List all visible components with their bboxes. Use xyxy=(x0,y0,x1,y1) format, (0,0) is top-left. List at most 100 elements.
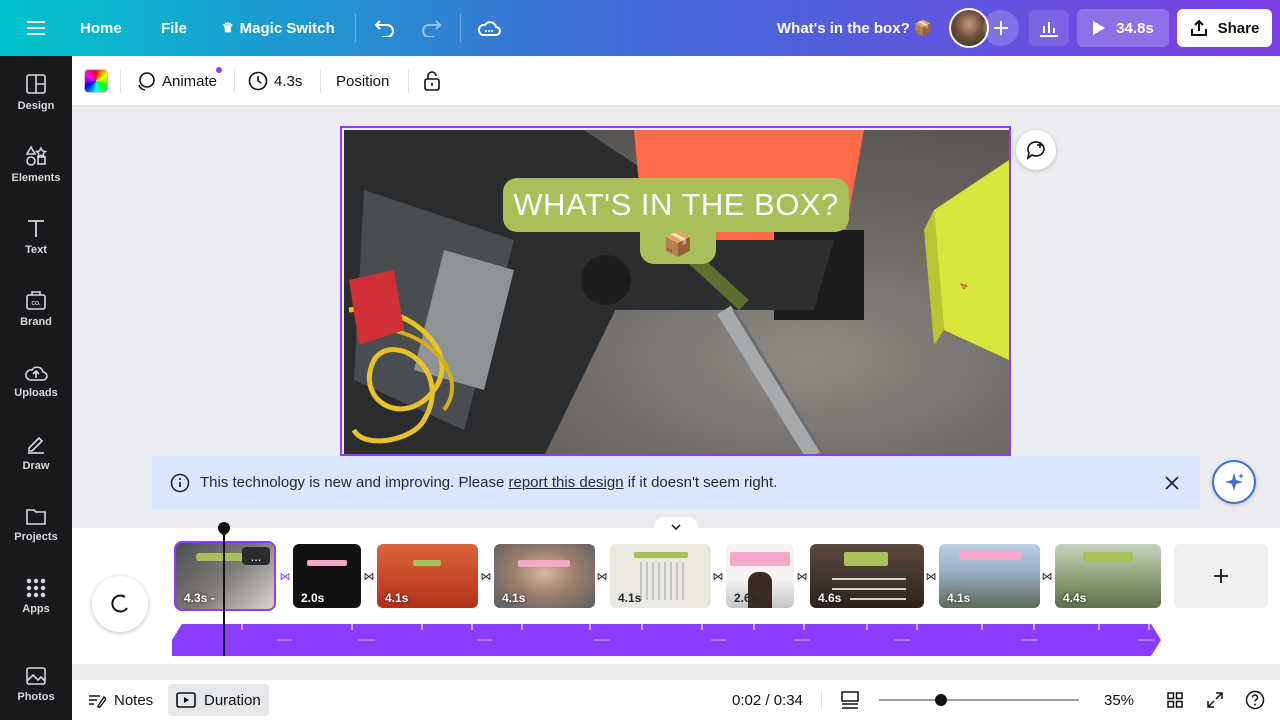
transition-icon[interactable]: ⋈ xyxy=(362,569,376,583)
toolbar-divider xyxy=(320,69,321,93)
transition-icon[interactable]: ⋈ xyxy=(795,569,809,583)
duration-value: 4.3s xyxy=(274,72,303,90)
play-button[interactable]: 34.8s xyxy=(1077,9,1169,47)
caption-text: WHAT'S IN THE BOX? xyxy=(513,187,839,222)
notes-button[interactable]: Notes xyxy=(88,680,153,720)
bottom-bar: Notes Duration 0:02 / 0:34 35% xyxy=(72,680,1280,720)
document-title[interactable]: What's in the box? 📦 xyxy=(777,0,933,56)
duration-button[interactable]: 4.3s xyxy=(248,56,302,106)
design-canvas[interactable]: 4 WHAT'S IN THE BOX? 📦 xyxy=(340,126,1011,456)
sidebar-item-label: Text xyxy=(25,243,47,256)
animate-button[interactable]: Animate xyxy=(136,56,217,106)
toolbar-divider xyxy=(120,69,121,93)
menu-icon[interactable] xyxy=(20,14,52,42)
report-design-link[interactable]: report this design xyxy=(509,474,624,491)
context-toolbar: Animate 4.3s Position xyxy=(72,56,1280,106)
topbar-divider xyxy=(460,14,461,42)
timeline-clip[interactable]: 4.4s xyxy=(1055,544,1161,608)
sidebar-item-design[interactable]: Design xyxy=(0,56,72,128)
sidebar-item-text[interactable]: Text xyxy=(0,200,72,272)
help-icon[interactable] xyxy=(1244,689,1266,711)
redo-icon[interactable] xyxy=(418,16,444,40)
design-icon xyxy=(26,73,46,94)
zoom-level[interactable]: 35% xyxy=(1104,680,1134,720)
transition-icon[interactable]: ⋈ xyxy=(595,569,609,583)
position-button[interactable]: Position xyxy=(336,56,389,106)
playhead-handle[interactable] xyxy=(215,519,233,537)
sidebar-item-apps[interactable]: Apps xyxy=(0,560,72,632)
clip-text-thumb xyxy=(832,588,906,590)
timeline-clip[interactable]: 4.1s xyxy=(377,544,478,608)
grid-view-icon[interactable] xyxy=(1164,690,1186,710)
close-icon[interactable] xyxy=(1160,471,1184,495)
timeline-panel: ... 4.3s - ⋈ 2.0s ⋈ 4.1s ⋈ 4.1s ⋈ 4.1s ⋈… xyxy=(72,517,1280,664)
transition-icon[interactable]: ⋈ xyxy=(278,569,292,583)
clip-more-button[interactable]: ... xyxy=(242,547,270,565)
sidebar-item-projects[interactable]: Projects xyxy=(0,488,72,560)
sidebar-item-label: Uploads xyxy=(14,386,58,399)
share-label: Share xyxy=(1217,19,1260,37)
cloud-sync-icon[interactable] xyxy=(476,16,502,40)
playhead[interactable] xyxy=(223,528,225,656)
text-icon xyxy=(28,219,44,237)
magic-assistant-icon[interactable] xyxy=(1212,460,1256,504)
magic-switch-label: Magic Switch xyxy=(239,19,335,37)
play-duration: 34.8s xyxy=(1116,19,1154,37)
box-emoji: 📦 xyxy=(663,230,693,258)
beta-notice-banner: This technology is new and improving. Pl… xyxy=(152,456,1200,510)
file-menu-button[interactable]: File xyxy=(161,0,187,56)
insights-chart-icon[interactable] xyxy=(1029,10,1069,46)
sidebar-item-label: Projects xyxy=(14,530,58,543)
sidebar-item-brand[interactable]: CO. Brand xyxy=(0,272,72,344)
share-icon xyxy=(1190,19,1207,36)
duration-label: Duration xyxy=(204,691,261,709)
clip-caption-thumb xyxy=(1083,552,1133,562)
play-icon xyxy=(1093,21,1106,35)
duration-toggle-button[interactable]: Duration xyxy=(168,684,269,716)
caption-emoji-bubble[interactable]: 📦 xyxy=(640,224,716,264)
sidebar-item-label: Elements xyxy=(11,171,61,184)
magic-sparkle-icon: ♛ xyxy=(222,20,234,35)
fullscreen-icon[interactable] xyxy=(1204,690,1226,710)
playback-time: 0:02 / 0:34 xyxy=(732,691,803,709)
clip-duration: 4.1s xyxy=(618,591,642,605)
undo-icon[interactable] xyxy=(372,16,398,40)
transition-icon[interactable]: ⋈ xyxy=(924,569,938,583)
svg-text:CO.: CO. xyxy=(32,301,42,307)
add-comment-icon[interactable] xyxy=(1016,130,1056,170)
zoom-slider-thumb[interactable] xyxy=(935,694,947,706)
lock-icon[interactable] xyxy=(420,69,444,93)
background-photo[interactable]: 4 WHAT'S IN THE BOX? 📦 xyxy=(344,130,1009,454)
clip-caption-thumb xyxy=(844,552,888,566)
zoom-slider-track[interactable] xyxy=(879,699,1079,701)
audio-track[interactable] xyxy=(172,624,1161,656)
timeline-clip[interactable]: 2.0s xyxy=(293,544,361,608)
timeline-clip[interactable]: 4.1s xyxy=(939,544,1040,608)
timeline-clip[interactable]: 2.6s xyxy=(726,544,794,608)
clip-caption-thumb xyxy=(413,560,441,566)
sidebar-item-uploads[interactable]: Uploads xyxy=(0,344,72,416)
timeline-clip[interactable]: 4.1s xyxy=(494,544,595,608)
timeline-clip[interactable]: 4.6s xyxy=(810,544,924,608)
info-icon xyxy=(170,473,190,493)
transition-icon[interactable]: ⋈ xyxy=(1040,569,1054,583)
animate-icon xyxy=(138,72,155,91)
transition-icon[interactable]: ⋈ xyxy=(711,569,725,583)
color-picker-swatch[interactable] xyxy=(84,69,108,93)
transition-icon[interactable]: ⋈ xyxy=(479,569,493,583)
timeline-clip[interactable]: ... 4.3s - xyxy=(174,541,276,611)
collapse-timeline-icon[interactable] xyxy=(654,517,698,537)
home-button[interactable]: Home xyxy=(80,0,122,56)
loading-spinner-icon xyxy=(92,576,148,632)
sidebar-item-elements[interactable]: Elements xyxy=(0,128,72,200)
add-collaborator-icon[interactable] xyxy=(983,10,1019,46)
sidebar-item-draw[interactable]: Draw xyxy=(0,416,72,488)
sidebar-item-photos[interactable]: Photos xyxy=(0,648,72,720)
clip-duration: 4.3s - xyxy=(184,591,215,605)
toolbar-divider xyxy=(234,69,235,93)
add-page-button[interactable] xyxy=(1174,544,1268,608)
timeline-clip[interactable]: 4.1s xyxy=(610,544,711,608)
page-view-icon[interactable] xyxy=(838,689,862,711)
share-button[interactable]: Share xyxy=(1177,9,1272,47)
magic-switch-button[interactable]: ♛ Magic Switch xyxy=(222,0,335,56)
